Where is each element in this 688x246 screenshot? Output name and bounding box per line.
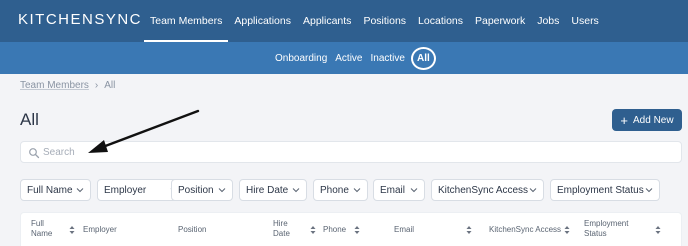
column-header-full-name[interactable]: Full Name (31, 219, 52, 239)
filter-kitchensync-access[interactable]: KitchenSync Access (431, 179, 544, 201)
filter-employment-status[interactable]: Employment Status (550, 179, 660, 201)
sub-nav-bar: Onboarding Active Inactive All (0, 42, 688, 74)
breadcrumb-current: All (104, 80, 116, 91)
breadcrumb-team-members[interactable]: Team Members (20, 80, 89, 91)
filter-phone[interactable]: Phone (313, 179, 368, 201)
filter-label: KitchenSync Access (438, 184, 529, 196)
filter-label: Email (380, 184, 406, 196)
filter-email[interactable]: Email (373, 179, 425, 201)
add-new-label: Add New (633, 114, 674, 126)
nav-item-paperwork[interactable]: Paperwork (469, 0, 531, 42)
nav-item-applicants[interactable]: Applicants (297, 0, 357, 42)
plus-icon: + (620, 112, 628, 128)
nav-item-locations[interactable]: Locations (412, 0, 469, 42)
filter-label: Employer (104, 184, 147, 196)
filter-label: Hire Date (246, 184, 289, 196)
chevron-down-icon (353, 188, 361, 193)
column-header-position[interactable]: Position (178, 225, 206, 235)
filter-hire-date[interactable]: Hire Date (239, 179, 307, 201)
app-logo[interactable]: KITCHENSYNC (18, 11, 142, 28)
tab-inactive[interactable]: Inactive (367, 53, 409, 64)
sort-icon[interactable] (466, 225, 472, 235)
filter-label: Employment Status (557, 184, 644, 196)
nav-item-jobs[interactable]: Jobs (531, 0, 565, 42)
filter-position[interactable]: Position (171, 179, 233, 201)
chevron-down-icon (76, 188, 84, 193)
chevron-down-icon (529, 188, 537, 193)
nav-item-users[interactable]: Users (565, 0, 604, 42)
top-nav-bar: KITCHENSYNC Team Members Applications Ap… (0, 0, 688, 42)
chevron-down-icon (218, 188, 226, 193)
filter-label: Position (178, 184, 214, 196)
add-new-button[interactable]: + Add New (612, 109, 682, 131)
table-header: Full Name Employer Position Hire Date Ph… (20, 212, 682, 246)
sub-nav: Onboarding Active Inactive All (271, 42, 436, 74)
tab-active[interactable]: Active (331, 53, 366, 64)
main-nav: Team Members Applications Applicants Pos… (144, 0, 605, 42)
breadcrumb: Team Members › All (20, 80, 115, 91)
sort-icon[interactable] (310, 225, 316, 235)
nav-item-applications[interactable]: Applications (228, 0, 297, 42)
column-header-email[interactable]: Email (394, 225, 414, 235)
sort-icon[interactable] (354, 225, 360, 235)
column-header-kitchensync-access[interactable]: KitchenSync Access (489, 225, 561, 235)
chevron-down-icon (292, 188, 300, 193)
tab-all[interactable]: All (410, 46, 436, 70)
filter-full-name[interactable]: Full Name (20, 179, 91, 201)
page-title: All (20, 110, 39, 129)
column-header-hire-date[interactable]: Hire Date (273, 219, 290, 239)
nav-item-team-members[interactable]: Team Members (144, 0, 229, 42)
tab-onboarding[interactable]: Onboarding (271, 53, 331, 64)
column-header-employment-status[interactable]: Employment Status (584, 219, 628, 239)
sort-icon[interactable] (69, 225, 75, 235)
search-box[interactable] (20, 141, 682, 163)
sort-icon[interactable] (564, 225, 570, 235)
breadcrumb-separator: › (94, 80, 99, 91)
chevron-down-icon (645, 188, 653, 193)
column-header-employer[interactable]: Employer (83, 225, 117, 235)
filter-label: Phone (320, 184, 349, 196)
search-icon (29, 148, 40, 159)
filter-label: Full Name (27, 184, 73, 196)
chevron-down-icon (410, 188, 418, 193)
nav-item-positions[interactable]: Positions (357, 0, 412, 42)
column-header-phone[interactable]: Phone (323, 225, 346, 235)
search-input[interactable] (43, 144, 663, 160)
sort-icon[interactable] (655, 225, 661, 235)
